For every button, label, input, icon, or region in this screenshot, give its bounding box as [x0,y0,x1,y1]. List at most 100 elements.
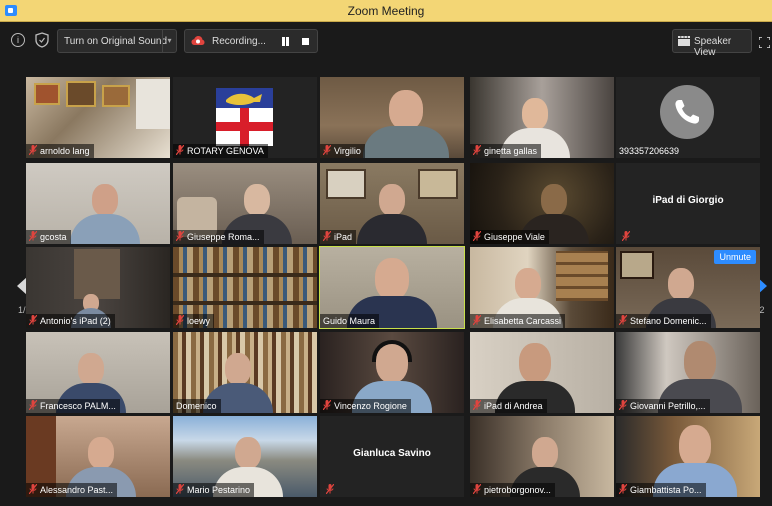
muted-mic-icon [29,484,37,494]
participant-name-bar: Antonio's iPad (2) [26,314,115,328]
muted-mic-icon [323,231,331,241]
participant-tile[interactable]: Giambattista Po... [616,416,760,497]
participant-tile[interactable]: Alessandro Past... [26,416,170,497]
unmute-button[interactable]: Unmute [714,250,756,264]
active-speaker-tile[interactable]: Guido Maura [319,246,465,329]
rotary-genova-logo [216,88,273,146]
muted-mic-icon [176,145,184,155]
muted-mic-icon [473,484,481,494]
participant-name: iPad di Andrea [484,401,543,411]
participant-name-bar: Virgilio [320,144,365,158]
participant-tile[interactable]: Domenico [173,332,317,413]
fullscreen-icon[interactable] [758,35,771,49]
participant-tile[interactable]: 393357206639 [616,77,760,158]
participant-name-bar: ROTARY GENOVA [173,144,268,158]
muted-mic-icon [29,145,37,155]
recording-label: Recording... [212,36,266,47]
bookshelf [556,251,608,301]
muted-mic-icon [619,315,627,325]
participant-tile[interactable]: Gianluca Savino [320,416,464,497]
speaker-view-icon [678,36,690,46]
participant-tile[interactable]: arnoldo lang [26,77,170,158]
participant-name: Virgilio [334,146,361,156]
cloud-record-icon [191,35,205,47]
muted-mic-icon [473,145,481,155]
participant-name-bar: gcosta [26,230,71,244]
participant-tile[interactable]: gcosta [26,163,170,244]
participant-tile[interactable]: Antonio's iPad (2) [26,247,170,328]
painting [102,85,130,107]
shelf [173,273,317,277]
participant-name-bar: Guido Maura [320,314,380,328]
participant-tile[interactable]: Unmute Stefano Domenic... [616,247,760,328]
participant-name: ginetta gallas [484,146,538,156]
muted-mic-icon [176,231,184,241]
participant-name-bar: Elisabetta Carcassi [470,314,566,328]
participant-figure [357,182,427,244]
muted-mic-icon [619,400,627,410]
pause-recording-button[interactable] [281,37,290,46]
muted-mic-icon [29,315,37,325]
participant-tile[interactable]: Francesco PALM... [26,332,170,413]
participant-name-center: Gianluca Savino [353,448,431,459]
participant-name: Mario Pestarino [187,485,251,495]
stop-recording-button[interactable] [302,38,309,45]
participant-name: Antonio's iPad (2) [40,316,111,326]
participant-name-bar: loewy [173,314,215,328]
participant-tile[interactable]: pietroborgonov... [470,416,614,497]
painting [66,81,96,107]
participant-name: Elisabetta Carcassi [484,316,562,326]
participant-tile[interactable]: Elisabetta Carcassi [470,247,614,328]
info-icon[interactable]: i [11,33,25,47]
participant-name: Vincenzo Rogione [334,401,407,411]
participant-tile[interactable]: ROTARY GENOVA [173,77,317,158]
participant-name-bar: Alessandro Past... [26,483,118,497]
participant-figure [70,182,141,244]
participant-name: Stefano Domenic... [630,316,707,326]
shelf [173,301,317,305]
participant-name: Giuseppe Roma... [187,232,260,242]
participant-name-bar: Giambattista Po... [616,483,706,497]
muted-mic-icon [176,484,184,494]
participant-tile[interactable]: Vincenzo Rogione [320,332,464,413]
participant-name-bar: Vincenzo Rogione [320,399,411,413]
muted-mic-icon [473,400,481,410]
participant-name: 393357206639 [619,146,680,156]
speaker-view-button[interactable]: Speaker View [672,29,752,58]
participant-tile[interactable]: Giuseppe Viale [470,163,614,244]
participant-tile[interactable]: iPad di Giorgio [616,163,760,244]
window-light [136,79,170,129]
original-sound-button[interactable]: Turn on Original Sound ▾ [57,29,177,53]
participant-name-bar: 393357206639 [616,144,683,158]
participant-tile[interactable]: iPad di Andrea [470,332,614,413]
participant-name: iPad [334,232,353,242]
recording-indicator: Recording... [184,29,318,53]
window-title: Zoom Meeting [347,4,425,18]
participant-name: Alessandro Past... [40,485,114,495]
participant-tile[interactable]: ginetta gallas [470,77,614,158]
participant-name: arnoldo lang [40,146,90,156]
participant-tile[interactable]: loewy [173,247,317,328]
participant-name: ROTARY GENOVA [187,146,264,156]
shield-icon[interactable] [35,32,49,48]
participant-tile[interactable]: Virgilio [320,77,464,158]
participant-tile[interactable]: Giuseppe Roma... [173,163,317,244]
participant-name-bar: Stefano Domenic... [616,314,711,328]
muted-mic-icon [323,400,331,410]
participant-tile[interactable]: iPad [320,163,464,244]
participant-tile[interactable]: Mario Pestarino [173,416,317,497]
chevron-down-icon[interactable]: ▾ [162,30,176,52]
participant-tile[interactable]: Giovanni Petrillo,... [616,332,760,413]
muted-mic-icon [29,400,37,410]
muted-mic-icon [619,484,627,494]
participant-name-center: iPad di Giorgio [652,195,724,206]
participant-name: Guido Maura [323,316,376,326]
muted-mic-icon [473,231,481,241]
original-sound-label: Turn on Original Sound [64,36,168,47]
participant-name-bar: Giuseppe Roma... [173,230,264,244]
muted-mic-icon [323,145,331,155]
participant-name-bar: iPad [320,230,357,244]
participant-name-bar: pietroborgonov... [470,483,555,497]
painting [34,83,60,105]
muted-mic-icon [622,231,630,241]
